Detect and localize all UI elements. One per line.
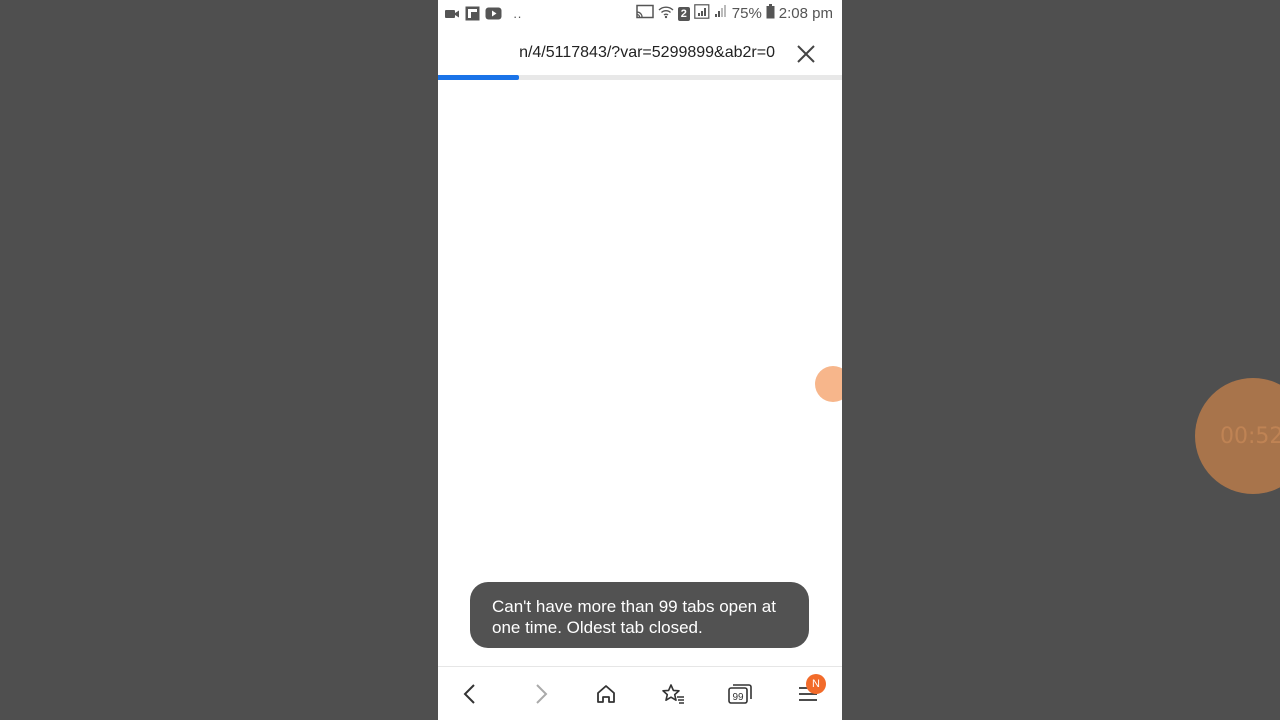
status-bar: ·· 2 75% 2:08 pm (438, 0, 842, 28)
bookmarks-button[interactable] (655, 677, 691, 711)
star-list-icon (662, 684, 684, 704)
signal-sim1-icon (693, 4, 710, 23)
back-button[interactable] (453, 677, 489, 711)
url-field[interactable]: n/4/5117843/?var=5299899&ab2r=0 (438, 44, 775, 62)
sim-2-badge: 2 (677, 6, 690, 21)
menu-notification-badge: N (806, 674, 826, 694)
page-content (438, 80, 842, 666)
flipboard-icon (465, 6, 480, 26)
more-notifications-dots: ·· (513, 8, 522, 24)
chevron-left-icon (463, 684, 475, 704)
url-bar: n/4/5117843/?var=5299899&ab2r=0 (438, 28, 842, 76)
toast-message: Can't have more than 99 tabs open at one… (470, 582, 809, 648)
background-timer-text: 00:52 (1220, 424, 1280, 449)
phone-screen: ·· 2 75% 2:08 pm n/4/5117843/?var=529989… (438, 0, 842, 720)
forward-button[interactable] (522, 677, 558, 711)
tabs-button[interactable]: 99 (722, 677, 758, 711)
clock: 2:08 pm (778, 5, 833, 22)
toast-text: Can't have more than 99 tabs open at one… (492, 597, 776, 637)
video-camera-icon (444, 7, 460, 26)
home-button[interactable] (588, 677, 624, 711)
youtube-icon (485, 7, 502, 25)
status-bar-system: 2 75% 2:08 pm (636, 4, 833, 23)
bottom-nav-bar: 99 (438, 666, 842, 720)
home-icon (597, 685, 615, 703)
close-icon (797, 45, 815, 63)
tabs-icon: 99 (728, 684, 752, 704)
url-text: n/4/5117843/?var=5299899&ab2r=0 (519, 44, 775, 61)
signal-sim2-icon (714, 4, 728, 23)
battery-icon (766, 4, 775, 23)
wifi-icon (658, 5, 674, 23)
cast-icon (636, 4, 654, 23)
tabs-count: 99 (732, 692, 744, 703)
close-url-button[interactable] (794, 42, 818, 66)
status-bar-notifications: ·· (444, 6, 522, 26)
chevron-right-icon (536, 684, 548, 704)
battery-percent: 75% (731, 5, 762, 22)
